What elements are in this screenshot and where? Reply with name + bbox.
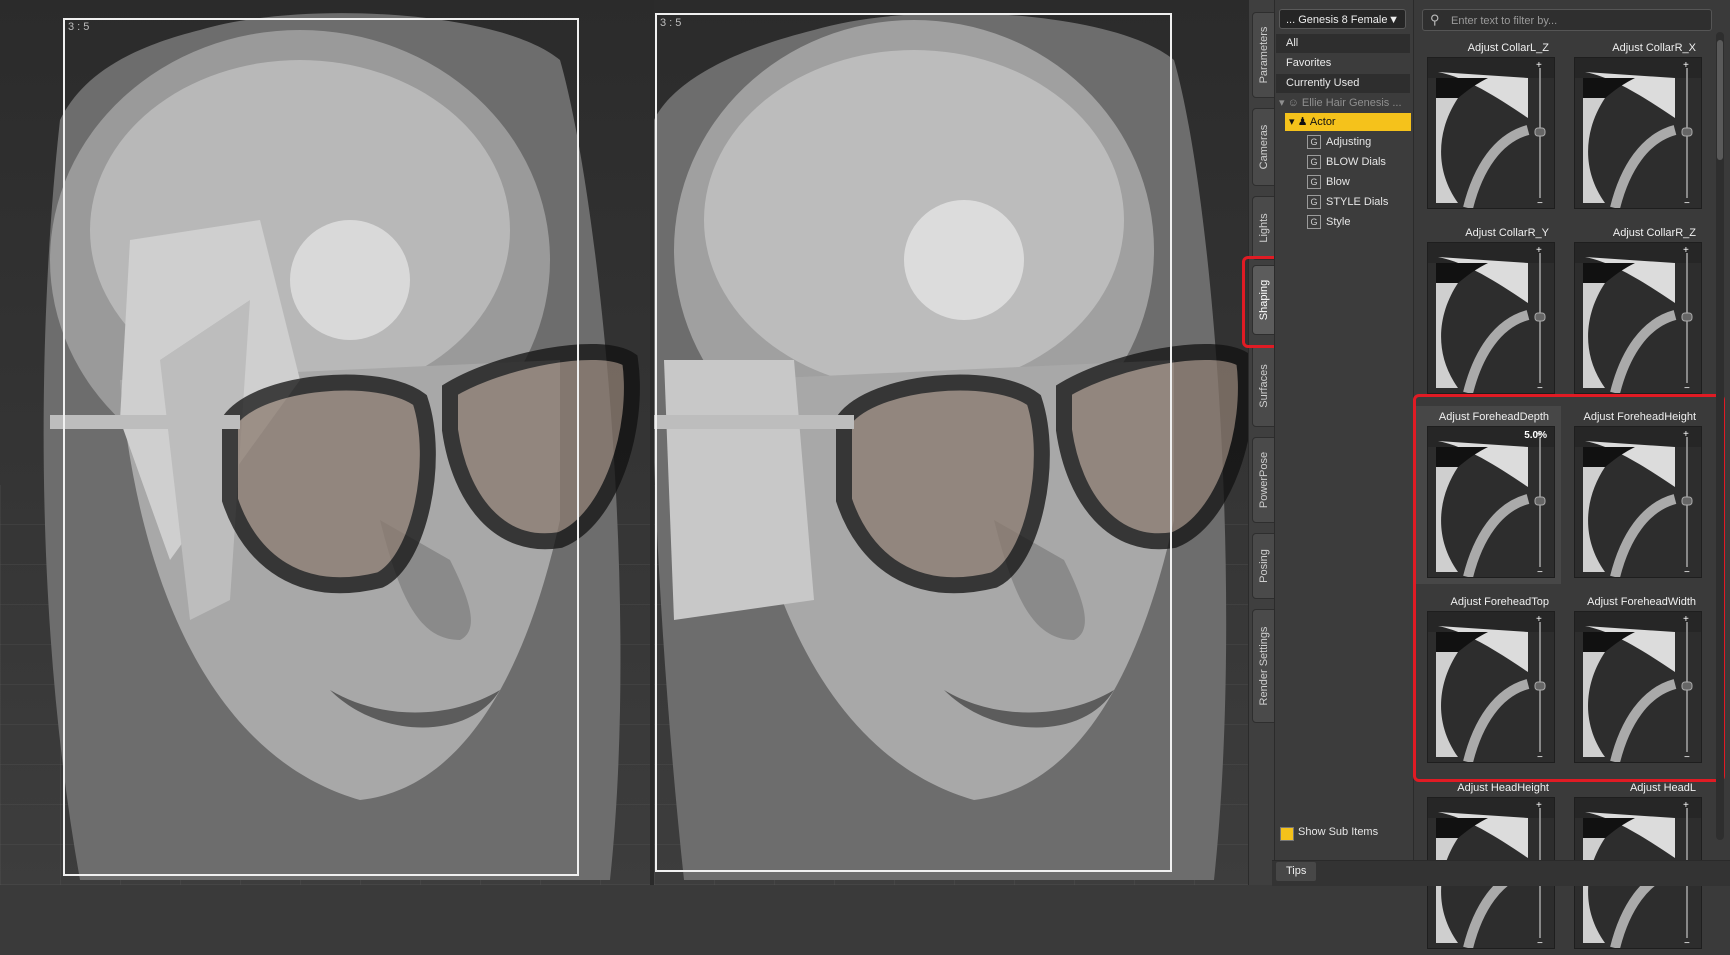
tree-group-style[interactable]: G Style [1307, 213, 1350, 231]
tree-group-adjusting[interactable]: G Adjusting [1307, 133, 1371, 151]
dial-thumbnail[interactable]: + − [1427, 57, 1555, 209]
render-frame-guide [63, 18, 579, 876]
filter-list-currently-used[interactable]: Currently Used [1276, 74, 1410, 93]
expand-arrow-icon[interactable]: ▾ [1289, 116, 1295, 128]
highlight-forehead-dials [1413, 394, 1725, 782]
svg-text:+: + [1536, 60, 1542, 71]
scrollbar-thumb[interactable] [1717, 40, 1723, 160]
show-sub-items-checkbox[interactable] [1280, 827, 1294, 841]
status-bar [1272, 860, 1730, 886]
tree-group-style-dials[interactable]: G STYLE Dials [1307, 193, 1388, 211]
tab-surfaces[interactable]: Surfaces [1252, 345, 1276, 427]
svg-text:+: + [1536, 245, 1542, 256]
render-frame-guide [655, 13, 1172, 872]
aspect-ratio-label: 3 : 5 [68, 21, 90, 33]
tree-node-root[interactable]: ▾ ☺ Ellie Hair Genesis ... [1279, 94, 1402, 112]
tab-cameras[interactable]: Cameras [1252, 108, 1276, 186]
dial-thumbnail[interactable]: + − [1574, 57, 1702, 209]
group-icon: G [1307, 155, 1321, 170]
dial-label: Adjust CollarL_Z [1467, 42, 1549, 54]
expand-arrow-icon[interactable]: ▾ [1279, 97, 1285, 109]
dial-label: Adjust HeadHeight [1457, 782, 1549, 794]
actor-icon: ♟ [1297, 116, 1308, 128]
svg-text:−: − [1684, 938, 1690, 948]
dial-card[interactable]: Adjust CollarR_Y + − [1416, 222, 1561, 400]
dial-label: Adjust CollarR_X [1612, 42, 1696, 54]
show-sub-items-label: Show Sub Items [1298, 826, 1379, 838]
svg-text:+: + [1536, 800, 1542, 811]
tree-node-actor[interactable]: ▾ ♟ Actor [1285, 113, 1411, 131]
tab-parameters[interactable]: Parameters [1252, 12, 1276, 98]
chevron-down-icon: ▼ [1388, 14, 1399, 26]
dial-thumbnail[interactable]: + − [1427, 242, 1555, 394]
tab-powerpose[interactable]: PowerPose [1252, 437, 1276, 523]
tips-button[interactable]: Tips [1276, 862, 1317, 881]
aspect-ratio-label: 3 : 5 [660, 17, 682, 29]
dial-thumbnail[interactable]: + − [1574, 242, 1702, 394]
tree-group-blow-dials[interactable]: G BLOW Dials [1307, 153, 1386, 171]
filter-list-favorites[interactable]: Favorites [1276, 54, 1410, 73]
svg-text:−: − [1537, 383, 1543, 393]
group-icon: G [1307, 195, 1321, 210]
filter-list-all[interactable]: All [1276, 34, 1410, 53]
figure-icon: ☺ [1287, 97, 1299, 109]
filter-input[interactable] [1449, 12, 1709, 30]
dial-label: Adjust CollarR_Z [1612, 227, 1696, 239]
dial-card[interactable]: Adjust CollarL_Z + − [1416, 37, 1561, 215]
scene-node-dropdown[interactable]: ... Genesis 8 Female ▼ [1279, 9, 1406, 29]
search-icon: ⚲ [1430, 12, 1440, 27]
group-icon: G [1307, 215, 1321, 230]
viewport-left[interactable]: 3 : 5 [0, 0, 650, 885]
group-icon: G [1307, 175, 1321, 190]
tab-render-settings[interactable]: Render Settings [1252, 609, 1276, 723]
svg-text:+: + [1683, 800, 1689, 811]
shaping-tree-panel: ... Genesis 8 Female ▼ All Favorites Cur… [1274, 0, 1414, 885]
svg-text:+: + [1683, 60, 1689, 71]
dial-card[interactable]: Adjust CollarR_X + − [1563, 37, 1708, 215]
svg-text:+: + [1683, 245, 1689, 256]
tab-lights[interactable]: Lights [1252, 196, 1276, 260]
dial-label: Adjust CollarR_Y [1465, 227, 1549, 239]
group-icon: G [1307, 135, 1321, 150]
dial-card[interactable]: Adjust CollarR_Z + − [1563, 222, 1708, 400]
svg-text:−: − [1684, 383, 1690, 393]
tree-group-blow[interactable]: G Blow [1307, 173, 1350, 191]
svg-text:−: − [1684, 198, 1690, 208]
vertical-scrollbar[interactable] [1716, 32, 1724, 840]
filter-box: ⚲ [1422, 9, 1712, 31]
dial-label: Adjust HeadL [1629, 782, 1696, 794]
tab-posing[interactable]: Posing [1252, 533, 1276, 599]
viewport-right[interactable]: 3 : 5 [654, 0, 1248, 885]
svg-text:−: − [1537, 938, 1543, 948]
svg-text:−: − [1537, 198, 1543, 208]
